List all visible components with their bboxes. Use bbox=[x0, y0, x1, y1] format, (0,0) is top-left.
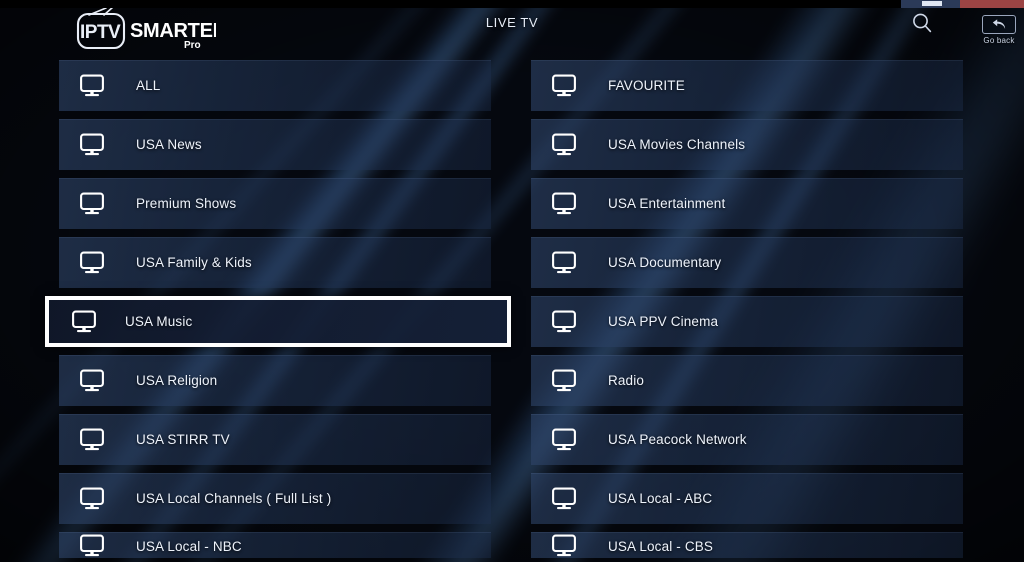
monitor-icon bbox=[80, 133, 104, 155]
monitor-icon bbox=[80, 487, 104, 509]
monitor-icon bbox=[72, 310, 96, 332]
category-label: USA Documentary bbox=[608, 255, 722, 270]
svg-text:Pro: Pro bbox=[184, 40, 201, 50]
category-tile-selected[interactable]: USA Music bbox=[45, 296, 511, 347]
search-button[interactable] bbox=[906, 7, 938, 39]
category-tile[interactable]: USA Documentary bbox=[531, 237, 963, 288]
category-label: Premium Shows bbox=[136, 196, 237, 211]
category-tile[interactable]: USA Movies Channels bbox=[531, 119, 963, 170]
monitor-icon bbox=[551, 310, 577, 334]
category-tile[interactable]: USA STIRR TV bbox=[59, 414, 491, 465]
monitor-icon bbox=[79, 487, 105, 511]
category-column-right: FAVOURITE USA Movies Channels USA Entertai… bbox=[531, 60, 963, 562]
category-tile[interactable]: USA Local - NBC bbox=[59, 532, 491, 558]
monitor-icon bbox=[79, 74, 105, 98]
monitor-icon bbox=[79, 369, 105, 393]
back-arrow-icon bbox=[992, 19, 1006, 29]
category-label: USA PPV Cinema bbox=[608, 314, 719, 329]
category-tile[interactable]: USA PPV Cinema bbox=[531, 296, 963, 347]
category-column-left: ALL USA News Premium Shows USA Family & Kid… bbox=[45, 60, 511, 562]
chrome-segment-highlight bbox=[922, 1, 942, 6]
monitor-icon bbox=[552, 310, 576, 332]
monitor-icon bbox=[80, 534, 104, 557]
category-label: USA Local - CBS bbox=[608, 539, 714, 554]
monitor-icon bbox=[552, 487, 576, 509]
window-chrome-strip bbox=[0, 0, 1024, 8]
category-label: USA Movies Channels bbox=[608, 137, 746, 152]
monitor-icon bbox=[79, 251, 105, 275]
monitor-icon bbox=[79, 192, 105, 216]
category-label: USA Music bbox=[125, 314, 193, 329]
category-label: USA Religion bbox=[136, 373, 218, 388]
chrome-segment-red bbox=[960, 0, 1024, 8]
monitor-icon bbox=[80, 428, 104, 450]
search-icon bbox=[913, 13, 932, 33]
monitor-icon bbox=[552, 251, 576, 273]
monitor-icon bbox=[80, 251, 104, 273]
go-back-button[interactable]: Go back bbox=[978, 15, 1020, 45]
monitor-icon bbox=[551, 133, 577, 157]
monitor-icon bbox=[79, 428, 105, 452]
category-label: USA Local - NBC bbox=[136, 539, 242, 554]
monitor-icon bbox=[552, 133, 576, 155]
category-tile[interactable]: USA Local Channels ( Full List ) bbox=[59, 473, 491, 524]
category-tile[interactable]: USA Entertainment bbox=[531, 178, 963, 229]
monitor-icon bbox=[551, 74, 577, 98]
monitor-icon bbox=[552, 534, 576, 557]
category-tile[interactable]: USA Peacock Network bbox=[531, 414, 963, 465]
category-tile[interactable]: Premium Shows bbox=[59, 178, 491, 229]
monitor-icon bbox=[551, 369, 577, 393]
monitor-icon bbox=[79, 133, 105, 157]
monitor-icon bbox=[551, 428, 577, 452]
monitor-icon bbox=[552, 192, 576, 214]
category-label: USA Local - ABC bbox=[608, 491, 713, 506]
category-tile[interactable]: Radio bbox=[531, 355, 963, 406]
monitor-icon bbox=[80, 369, 104, 391]
monitor-icon bbox=[551, 487, 577, 511]
monitor-icon bbox=[551, 192, 577, 216]
category-grid: ALL USA News Premium Shows USA Family & Kid… bbox=[0, 60, 1024, 562]
category-tile[interactable]: ALL bbox=[59, 60, 491, 111]
go-back-label: Go back bbox=[983, 36, 1015, 45]
category-label: USA Local Channels ( Full List ) bbox=[136, 491, 332, 506]
monitor-icon bbox=[551, 251, 577, 275]
category-label: Radio bbox=[608, 373, 645, 388]
category-tile[interactable]: USA Local - CBS bbox=[531, 532, 963, 558]
go-back-icon-box bbox=[982, 15, 1016, 34]
monitor-icon bbox=[80, 192, 104, 214]
category-label: USA Peacock Network bbox=[608, 432, 747, 447]
iptv-smarters-live-tv-screen: IPTV SMARTERS Pro LIVE TV Go back ALL USA… bbox=[0, 0, 1024, 562]
category-tile[interactable]: USA Local - ABC bbox=[531, 473, 963, 524]
category-label: USA News bbox=[136, 137, 202, 152]
monitor-icon bbox=[80, 74, 104, 96]
monitor-icon bbox=[552, 74, 576, 96]
category-label: USA Entertainment bbox=[608, 196, 726, 211]
monitor-icon bbox=[79, 534, 105, 558]
category-label: USA STIRR TV bbox=[136, 432, 230, 447]
category-tile[interactable]: USA Family & Kids bbox=[59, 237, 491, 288]
category-label: USA Family & Kids bbox=[136, 255, 252, 270]
monitor-icon bbox=[551, 534, 577, 558]
monitor-icon bbox=[71, 310, 97, 334]
monitor-icon bbox=[552, 369, 576, 391]
page-title: LIVE TV bbox=[485, 15, 539, 30]
monitor-icon bbox=[552, 428, 576, 450]
category-label: FAVOURITE bbox=[608, 78, 685, 93]
app-header: IPTV SMARTERS Pro LIVE TV Go back bbox=[0, 0, 1024, 56]
category-tile[interactable]: USA Religion bbox=[59, 355, 491, 406]
category-tile[interactable]: USA News bbox=[59, 119, 491, 170]
category-tile[interactable]: FAVOURITE bbox=[531, 60, 963, 111]
category-label: ALL bbox=[136, 78, 161, 93]
